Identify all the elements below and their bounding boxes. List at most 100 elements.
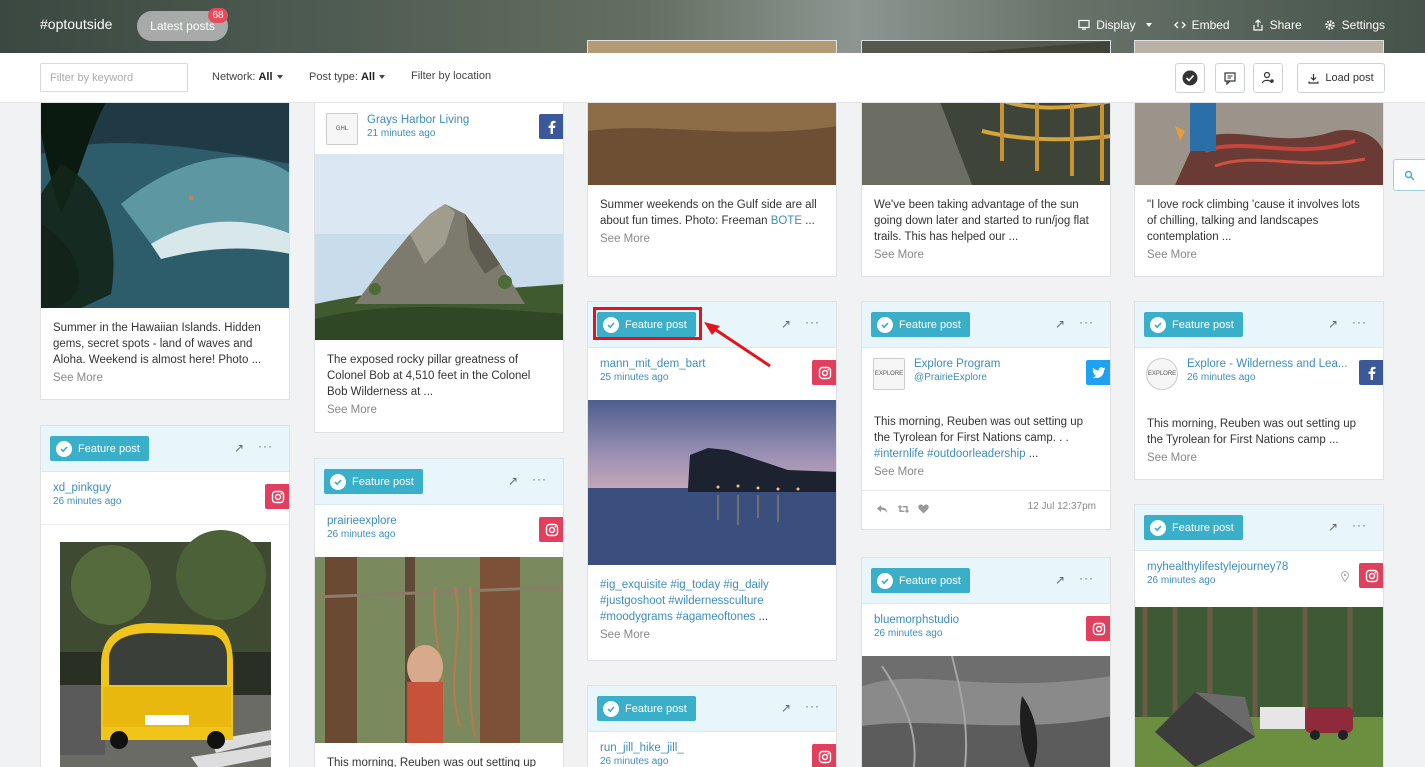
load-post-button[interactable]: Load post (1297, 63, 1385, 93)
see-more-link[interactable]: See More (862, 462, 1110, 478)
post-card[interactable]: Feature post ↗ ··· xd_pinkguy 26 minutes… (40, 425, 290, 767)
feature-post-button[interactable]: Feature post (50, 436, 149, 461)
author-name[interactable]: myhealthylifestylejourney78 (1147, 561, 1371, 573)
feature-post-button[interactable]: Feature post (871, 568, 970, 593)
tweet-date: 12 Jul 12:37pm (1027, 501, 1096, 512)
post-type-filter[interactable]: Post type: All (309, 71, 386, 83)
retweet-icon[interactable] (897, 501, 910, 519)
post-card[interactable]: Feature post ↗ ··· EXPLORE Explore - Wil… (1134, 301, 1384, 480)
post-image-rock-pillar[interactable] (315, 154, 563, 340)
more-options-icon[interactable]: ··· (1079, 571, 1094, 585)
see-more-link[interactable]: See More (588, 625, 836, 641)
post-hashtags[interactable]: #internlife #outdoorleadership (874, 448, 1026, 460)
open-external-icon[interactable]: ↗ (1055, 573, 1065, 587)
post-time: 21 minutes ago (367, 128, 436, 139)
share-link[interactable]: Share (1252, 18, 1302, 32)
location-pin-icon[interactable] (1340, 569, 1350, 587)
filter-bar: Network: All Post type: All Filter by lo… (0, 53, 1425, 103)
author-name[interactable]: Grays Harbor Living (367, 114, 551, 126)
post-card[interactable]: Feature post ↗ ··· myhealthylifestylejou… (1134, 504, 1384, 767)
display-label: Display (1096, 18, 1136, 32)
open-external-icon[interactable]: ↗ (1328, 317, 1338, 331)
more-options-icon[interactable]: ··· (1079, 315, 1094, 329)
download-icon (1308, 73, 1319, 84)
post-text: Summer in the Hawaiian Islands. Hidden g… (53, 322, 262, 366)
post-author: EXPLORE Explore Program @PrairieExplore (862, 348, 1110, 402)
post-author: EXPLORE Explore - Wilderness and Lea... … (1135, 348, 1383, 404)
post-image-bw-leaf[interactable] (862, 656, 1110, 767)
more-options-icon[interactable]: ··· (1352, 315, 1367, 329)
post-image-forest-rope[interactable] (315, 557, 563, 743)
feature-post-label: Feature post (899, 574, 961, 587)
post-time: 26 minutes ago (327, 529, 396, 540)
code-icon (1173, 21, 1186, 29)
feature-post-button[interactable]: Feature post (1144, 312, 1243, 337)
location-filter[interactable]: Filter by location (411, 70, 491, 82)
post-author: myhealthylifestylejourney78 26 minutes a… (1135, 551, 1383, 607)
moderation-button[interactable] (1215, 63, 1245, 93)
see-more-link[interactable]: See More (862, 245, 1110, 261)
post-image-surf[interactable] (41, 94, 289, 308)
post-card[interactable]: Feature post ↗ ··· bluemorphstudio 26 mi… (861, 557, 1111, 767)
open-external-icon[interactable]: ↗ (1328, 520, 1338, 534)
more-options-icon[interactable]: ··· (805, 699, 820, 713)
author-name[interactable]: Explore Program (914, 358, 1098, 370)
keyword-filter-input[interactable] (40, 63, 188, 92)
author-avatar[interactable]: EXPLORE (1146, 358, 1178, 390)
feature-post-label: Feature post (625, 702, 687, 715)
author-avatar[interactable]: EXPLORE (873, 358, 905, 390)
embed-link[interactable]: Embed (1173, 18, 1230, 32)
author-name[interactable]: prairieexplore (327, 515, 551, 527)
display-menu[interactable]: Display (1078, 18, 1152, 32)
feature-post-button[interactable]: Feature post (871, 312, 970, 337)
open-external-icon[interactable]: ↗ (508, 474, 518, 488)
post-text: This morning, Reuben was out setting up … (1147, 418, 1357, 446)
settings-link[interactable]: Settings (1324, 18, 1385, 32)
open-external-icon[interactable]: ↗ (781, 317, 791, 331)
more-options-icon[interactable]: ··· (1352, 518, 1367, 532)
see-more-link[interactable]: See More (1135, 245, 1383, 261)
post-tag-link[interactable]: BOTE (771, 215, 802, 227)
network-filter[interactable]: Network: All (212, 71, 283, 83)
author-name[interactable]: bluemorphstudio (874, 614, 1098, 626)
top-nav: Display Embed Share Settings (1078, 18, 1385, 32)
post-text-body: This morning, Reuben was out setting up … (874, 416, 1084, 444)
approve-all-button[interactable] (1175, 63, 1205, 93)
check-icon (56, 440, 72, 457)
post-card[interactable]: Feature post ↗ ··· prairieexplore 26 min… (314, 458, 564, 767)
post-card[interactable]: Summer in the Hawaiian Islands. Hidden g… (40, 93, 290, 400)
post-card[interactable]: GHL Grays Harbor Living 21 minutes ago T… (314, 93, 564, 433)
author-name[interactable]: xd_pinkguy (53, 482, 277, 494)
post-image-bus[interactable] (41, 524, 289, 767)
open-external-icon[interactable]: ↗ (781, 701, 791, 715)
feature-post-button[interactable]: Feature post (324, 469, 423, 494)
post-image-campsite[interactable] (1135, 607, 1383, 767)
feature-post-button[interactable]: Feature post (1144, 515, 1243, 540)
see-more-link[interactable]: See More (1135, 448, 1383, 464)
see-more-link[interactable]: See More (41, 368, 289, 384)
more-options-icon[interactable]: ··· (805, 315, 820, 329)
see-more-link[interactable]: See More (588, 229, 836, 245)
feature-header: Feature post ↗ ··· (862, 558, 1110, 604)
post-time: 26 minutes ago (874, 628, 943, 639)
post-card[interactable]: Feature post ↗ ··· EXPLORE Explore Progr… (861, 301, 1111, 530)
feature-post-button[interactable]: Feature post (597, 696, 696, 721)
check-circle-icon (1182, 70, 1198, 86)
more-options-icon[interactable]: ··· (532, 472, 547, 486)
post-hashtags[interactable]: #ig_exquisite #ig_today #ig_daily #justg… (600, 579, 769, 623)
post-image-lake-dusk[interactable] (588, 400, 836, 565)
author-name[interactable]: Explore - Wilderness and Lea... (1187, 358, 1371, 370)
like-heart-icon[interactable] (918, 501, 929, 519)
wall-title: #optoutside (40, 16, 113, 32)
users-button[interactable] (1253, 63, 1283, 93)
reply-icon[interactable] (876, 501, 888, 519)
see-more-link[interactable]: See More (315, 400, 563, 416)
instagram-icon (1359, 563, 1383, 588)
author-name[interactable]: run_jill_hike_jill_ (600, 742, 824, 754)
more-options-icon[interactable]: ··· (258, 439, 273, 453)
open-external-icon[interactable]: ↗ (1055, 317, 1065, 331)
side-search-tab[interactable] (1393, 159, 1425, 191)
open-external-icon[interactable]: ↗ (234, 441, 244, 455)
author-avatar[interactable]: GHL (326, 113, 358, 145)
post-card[interactable]: Feature post ↗ ··· run_jill_hike_jill_ 2… (587, 685, 837, 767)
